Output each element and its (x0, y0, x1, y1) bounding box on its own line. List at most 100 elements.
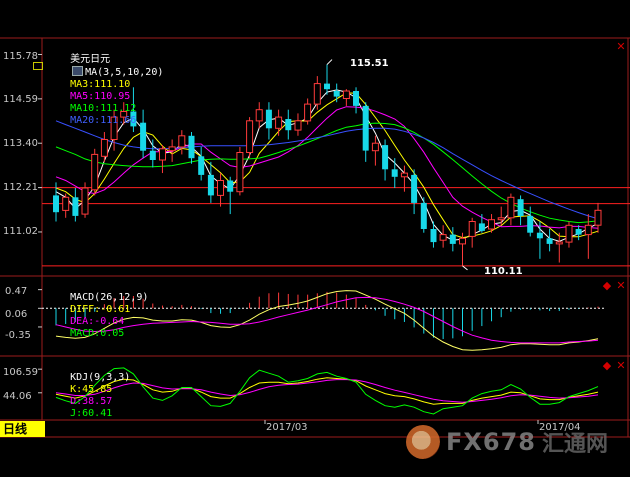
candle-body-up (497, 217, 505, 221)
candle-body-down (382, 145, 389, 170)
candle-body-up (488, 219, 495, 230)
macd-hist-value: MACD:0.05 (70, 328, 125, 339)
kdj-j-line (55, 367, 599, 415)
kdj-d-line (55, 379, 599, 403)
ma3-value: MA3:111.10 (70, 79, 131, 90)
kdj-k-value: K:45.85 (70, 384, 113, 395)
watermark: FX678 汇通网 (406, 422, 608, 462)
candle-body-up (594, 209, 602, 226)
candle-body-down (527, 215, 534, 233)
watermark-cn: 汇通网 (542, 432, 609, 457)
candle-body-up (168, 146, 176, 152)
watermark-brand: FX678 (446, 428, 536, 456)
period-tab-daily[interactable]: 日线 (0, 421, 45, 437)
candle-body-down (188, 135, 195, 159)
kdj-d-value: D:38.57 (70, 396, 113, 407)
high-price-annotation: 115.51 (350, 58, 389, 69)
kdj-tick-1: 44.06 (3, 391, 32, 402)
ma20-value: MA20:111.66 (70, 115, 137, 126)
kdj-tick-0: 106.59 (3, 367, 38, 378)
candle-body-up (459, 237, 466, 245)
candle-body-up (439, 234, 447, 241)
macd-tick-1: 0.06 (5, 309, 28, 320)
macd-diff-value: DIFF:-0.61 (70, 304, 131, 315)
candle-body-up (62, 196, 70, 211)
candle-body-down (478, 223, 485, 231)
candle-body-up (400, 172, 408, 178)
kdj-header: KDJ(9,3,3) K:45.85 D:38.57 J:60.41 (46, 360, 130, 432)
macd-panel-close-button[interactable]: ✕ (614, 279, 628, 293)
chart-window: 美元日元 MA(3,5,10,20) MA3:111.10 MA5:110.95… (0, 0, 630, 477)
kdj-panel-close-button[interactable]: ✕ (614, 359, 628, 373)
candle-body-up (294, 120, 302, 131)
ma-params-label: MA(3,5,10,20) (85, 67, 164, 78)
kdj-j-value: J:60.41 (70, 408, 113, 419)
price-tick-3: 112.21 (3, 182, 38, 193)
candle-body-down (227, 180, 234, 192)
candle-body-up (584, 224, 592, 236)
kdj-panel-settings-button[interactable]: ◆ (600, 359, 614, 373)
candle-body-down (265, 109, 272, 129)
candle-body-down (420, 202, 427, 229)
candle-body-up (236, 152, 244, 193)
high-pointer (326, 59, 333, 65)
macd-params-label: MACD(26,12,9) (70, 292, 149, 303)
candle-body-up (275, 116, 283, 129)
candle-body-down (285, 119, 292, 131)
candle-body-up (555, 241, 563, 245)
candle-body-up (159, 148, 166, 161)
candle-body-up (217, 180, 224, 196)
price-scale-marker[interactable] (33, 62, 43, 70)
price-tick-4: 111.02 (3, 226, 38, 237)
price-tick-0: 115.78 (3, 51, 38, 62)
candle-body-up (565, 224, 573, 243)
candle-body-down (333, 91, 340, 97)
macd-tick-0: 0.47 (5, 286, 28, 297)
low-pointer (462, 265, 468, 271)
indicator-icon[interactable] (72, 66, 84, 76)
candle-body-down (546, 238, 553, 244)
macd-panel-settings-button[interactable]: ◆ (600, 279, 614, 293)
candle-body-down (353, 91, 359, 106)
candle-body-up (371, 142, 379, 152)
candle-body-down (198, 156, 205, 175)
candle-body-down (536, 232, 543, 239)
candle-body-down (53, 195, 59, 213)
macd-tick-2: -0.35 (5, 330, 31, 341)
macd-header: MACD(26,12,9) DIFF:-0.61 DEA:-0.64 MACD:… (46, 280, 148, 352)
candle-body-down (324, 83, 330, 90)
candle-body-up (313, 83, 321, 105)
main-indicator-header: 美元日元 MA(3,5,10,20) MA3:111.10 MA5:110.95… (46, 42, 163, 139)
fx678-logo-icon (406, 425, 440, 459)
candle-body-up (304, 103, 312, 122)
candle-body-up (342, 90, 350, 99)
candle-body-up (178, 135, 186, 148)
candle-body-down (449, 234, 456, 244)
candle-body-down (411, 174, 418, 203)
price-tick-2: 113.40 (3, 138, 38, 149)
candle-body-down (207, 174, 214, 196)
candle-body-up (507, 196, 515, 219)
kdj-k-line (55, 377, 599, 405)
candle-body-down (362, 105, 369, 151)
candle-body-up (91, 153, 99, 191)
candle-body-down (517, 199, 524, 216)
candle-body-down (430, 229, 437, 243)
candle-body-up (100, 139, 108, 157)
candle-body-down (72, 197, 79, 216)
candle-body-up (468, 221, 476, 237)
price-tick-1: 114.59 (3, 94, 38, 105)
candle-body-down (149, 150, 156, 160)
ma10-value: MA10:111.12 (70, 103, 137, 114)
x-tick-0: 2017/03 (266, 422, 308, 433)
kdj-params-label: KDJ(9,3,3) (70, 372, 131, 383)
candle-body-up (255, 109, 263, 122)
candle-body-up (81, 187, 89, 215)
symbol-title: 美元日元 (70, 54, 111, 65)
ma5-value: MA5:110.95 (70, 91, 131, 102)
candle-body-down (391, 169, 398, 177)
candle-body-down (575, 229, 582, 235)
macd-dea-value: DEA:-0.64 (70, 316, 125, 327)
candle-body-up (246, 120, 254, 154)
main-panel-close-button[interactable]: ✕ (614, 40, 628, 54)
